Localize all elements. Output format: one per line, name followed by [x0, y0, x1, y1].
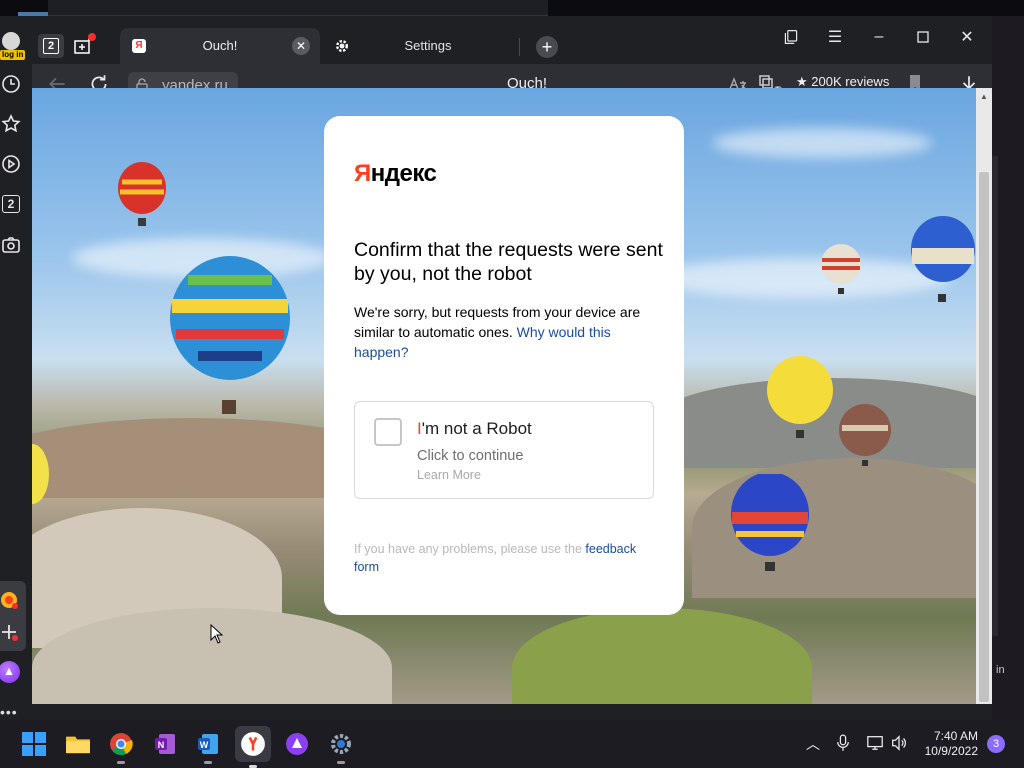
- reviews-label: 200K reviews: [811, 74, 890, 89]
- tray-chevron-up-icon[interactable]: ︿: [806, 734, 820, 754]
- news-widget-icon[interactable]: [0, 589, 20, 611]
- browser-sidebar: log in 2 •••: [0, 16, 32, 720]
- microphone-icon[interactable]: [836, 734, 852, 754]
- play-icon[interactable]: [0, 153, 22, 175]
- hot-air-balloon: [32, 444, 49, 504]
- scrollbar-thumb[interactable]: [979, 172, 989, 702]
- windows-start-icon[interactable]: [20, 730, 48, 758]
- cloud: [652, 258, 952, 298]
- maximize-icon[interactable]: [912, 26, 934, 48]
- plus-icon[interactable]: [0, 621, 20, 643]
- page-viewport: Яндекс Confirm that the requests were se…: [32, 88, 976, 704]
- login-avatar[interactable]: log in: [0, 30, 26, 60]
- hot-air-balloon: [170, 256, 290, 414]
- svg-text:W: W: [200, 740, 209, 750]
- clock[interactable]: 7:40 AM 10/9/2022: [922, 729, 978, 759]
- captcha-description: We're sorry, but requests from your devi…: [354, 302, 654, 362]
- more-icon[interactable]: •••: [0, 704, 18, 720]
- page-scrollbar[interactable]: ▲: [976, 88, 992, 704]
- clock-date: 10/9/2022: [924, 744, 978, 758]
- onenote-icon[interactable]: N: [151, 730, 179, 758]
- robot-subtext: Click to continue: [417, 448, 524, 464]
- clock-time: 7:40 AM: [933, 729, 978, 743]
- robot-label: I'm not a Robot: [417, 419, 532, 439]
- tab-title: Settings: [404, 38, 452, 53]
- logo-first-letter: Я: [354, 160, 371, 187]
- network-icon[interactable]: [866, 734, 886, 754]
- feedback-note: If you have any problems, please use the…: [354, 540, 654, 576]
- captcha-heading: Confirm that the requests were sent by y…: [354, 239, 663, 285]
- learn-more-link[interactable]: Learn More: [417, 468, 481, 482]
- notification-dot: [88, 33, 96, 41]
- logo-rest: ндекс: [370, 160, 437, 187]
- background-window-right: in: [992, 16, 1024, 720]
- hot-air-balloon: [767, 356, 833, 438]
- alice-icon[interactable]: [283, 730, 311, 758]
- collections-icon[interactable]: 2: [0, 193, 22, 215]
- tab-active[interactable]: Я Ouch! ✕: [120, 28, 320, 64]
- chrome-icon[interactable]: [107, 730, 135, 764]
- tab-divider: [519, 38, 520, 56]
- new-tab-group-button[interactable]: [70, 33, 98, 58]
- feedback-text: If you have any problems, please use the: [354, 542, 582, 556]
- yandex-browser-icon[interactable]: [235, 726, 271, 768]
- running-indicator: [337, 761, 345, 764]
- login-label: log in: [0, 50, 26, 60]
- volume-icon[interactable]: [890, 734, 910, 754]
- running-indicator: [117, 761, 125, 764]
- captcha-card: Яндекс Confirm that the requests were se…: [324, 116, 684, 615]
- hot-air-balloon: [839, 404, 891, 466]
- robot-label-rest: 'm not a Robot: [421, 419, 532, 438]
- tab-title: Ouch!: [202, 38, 238, 53]
- settings-app-icon[interactable]: [327, 730, 355, 764]
- close-tab-icon[interactable]: ✕: [292, 37, 310, 55]
- new-tab-button[interactable]: +: [536, 36, 558, 58]
- background-window: [48, 0, 548, 16]
- close-window-icon[interactable]: ✕: [956, 26, 978, 48]
- gear-icon: [334, 38, 350, 54]
- screenshot-icon[interactable]: [0, 234, 22, 256]
- history-icon[interactable]: [0, 73, 22, 95]
- yandex-favicon-icon: Я: [132, 39, 146, 53]
- robot-check-box[interactable]: I'm not a Robot Click to continue Learn …: [354, 401, 654, 499]
- cloud: [712, 128, 932, 158]
- word-icon[interactable]: W: [194, 730, 222, 764]
- sidebar-widgets-panel: [0, 581, 26, 651]
- robot-checkbox[interactable]: [374, 418, 402, 446]
- notification-badge[interactable]: 3: [987, 735, 1005, 753]
- yandex-logo: Яндекс: [354, 160, 437, 188]
- star-icon[interactable]: [0, 113, 22, 135]
- minimize-icon[interactable]: –: [868, 26, 890, 48]
- tab-settings[interactable]: Settings: [328, 28, 518, 64]
- windows-taskbar: N W ︿ 7:40 AM 10/9/2022 3: [0, 720, 1024, 768]
- grass-slope: [512, 608, 812, 704]
- running-indicator: [204, 761, 212, 764]
- svg-text:N: N: [158, 740, 165, 750]
- hot-air-balloon: [731, 474, 809, 571]
- hot-air-balloon: [821, 244, 861, 294]
- tab-strip: 2 Я Ouch! ✕ Settings + ☰ – ✕: [32, 16, 992, 64]
- alice-assistant-icon[interactable]: [0, 661, 20, 683]
- avatar-icon: [2, 32, 20, 50]
- hot-air-balloon: [911, 216, 975, 302]
- mouse-cursor-icon: [210, 624, 224, 644]
- hot-air-balloon: [118, 162, 166, 226]
- background-window-strip: [992, 156, 998, 636]
- file-explorer-icon[interactable]: [64, 730, 92, 758]
- scroll-up-icon[interactable]: ▲: [980, 92, 988, 101]
- background-window-text: in: [996, 664, 1005, 676]
- collections-toolbar-icon[interactable]: [780, 26, 802, 48]
- tab-groups-button[interactable]: 2: [38, 34, 64, 58]
- tab-count-badge: 2: [43, 38, 59, 54]
- menu-icon[interactable]: ☰: [824, 26, 846, 48]
